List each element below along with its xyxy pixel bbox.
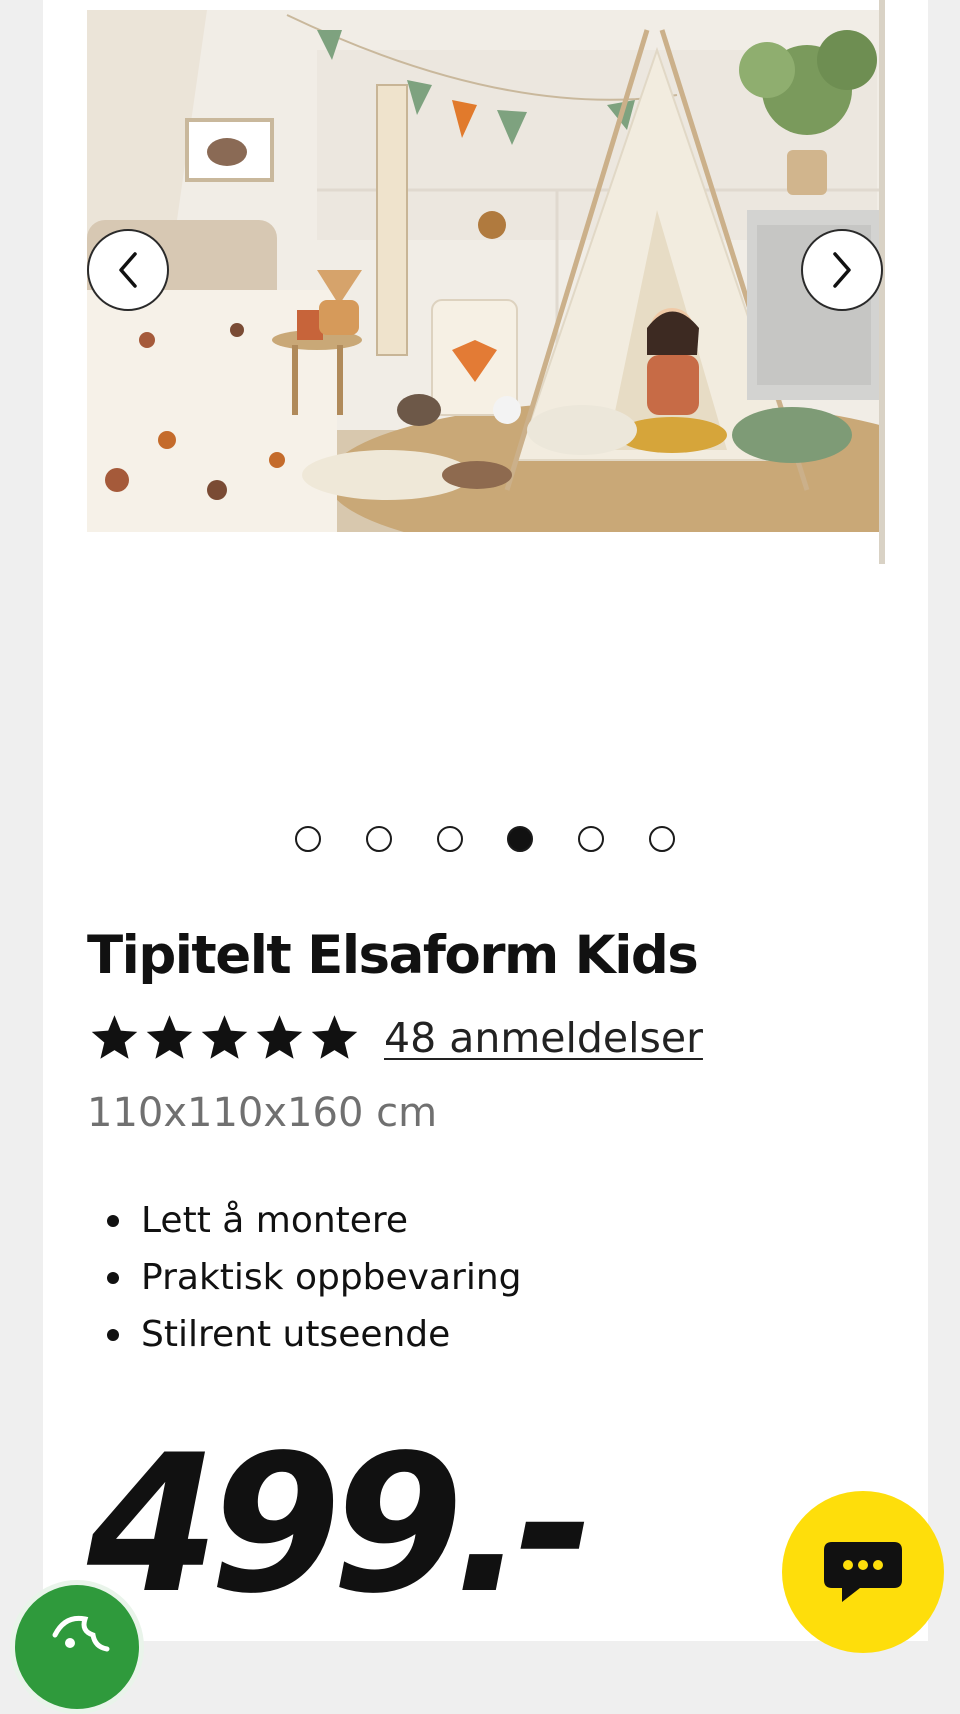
feature-text: Stilrent utseende xyxy=(141,1314,451,1355)
product-image-gallery[interactable] xyxy=(87,10,881,532)
reviews-link[interactable]: 48 anmeldelser xyxy=(384,1014,703,1062)
feature-item: Stilrent utseende xyxy=(107,1306,522,1363)
carousel-dots xyxy=(295,825,675,853)
bullet-icon xyxy=(107,1328,119,1341)
feature-list: Lett å montere Praktisk oppbevaring Stil… xyxy=(107,1192,522,1363)
product-rating: 48 anmeldelser xyxy=(87,1008,703,1068)
chat-bubble-icon xyxy=(824,1542,902,1602)
cookie-icon xyxy=(52,1615,110,1652)
carousel-dot[interactable] xyxy=(295,826,321,852)
previous-image-button[interactable] xyxy=(87,229,169,311)
rating-stars xyxy=(87,1012,362,1064)
star-icon xyxy=(91,1015,138,1059)
star-icon xyxy=(201,1015,248,1059)
product-card: Tipitelt Elsaform Kids 48 anmeldelser 11… xyxy=(43,0,928,1641)
carousel-dot[interactable] xyxy=(365,826,392,852)
feature-text: Lett å montere xyxy=(141,1200,409,1241)
feature-text: Praktisk oppbevaring xyxy=(141,1257,522,1298)
carousel-dot[interactable] xyxy=(648,826,675,852)
product-dimensions: 110x110x160 cm xyxy=(87,1090,438,1136)
carousel-dot[interactable] xyxy=(436,826,463,852)
star-icon xyxy=(311,1015,358,1059)
chevron-right-icon xyxy=(833,252,851,288)
feature-item: Lett å montere xyxy=(107,1192,522,1249)
cookie-settings-button[interactable] xyxy=(10,1580,144,1714)
bullet-icon xyxy=(107,1271,119,1284)
feature-item: Praktisk oppbevaring xyxy=(107,1249,522,1306)
carousel-dot-active[interactable] xyxy=(507,826,534,852)
carousel-dot[interactable] xyxy=(578,826,605,852)
star-icon xyxy=(146,1015,193,1059)
star-icon xyxy=(256,1015,303,1059)
product-title: Tipitelt Elsaform Kids xyxy=(87,925,699,986)
bullet-icon xyxy=(107,1214,119,1227)
next-image-button[interactable] xyxy=(801,229,883,311)
product-photo xyxy=(87,10,881,532)
product-price: 499.- xyxy=(87,1414,595,1635)
chevron-left-icon xyxy=(119,252,137,288)
chat-button[interactable] xyxy=(782,1491,944,1653)
